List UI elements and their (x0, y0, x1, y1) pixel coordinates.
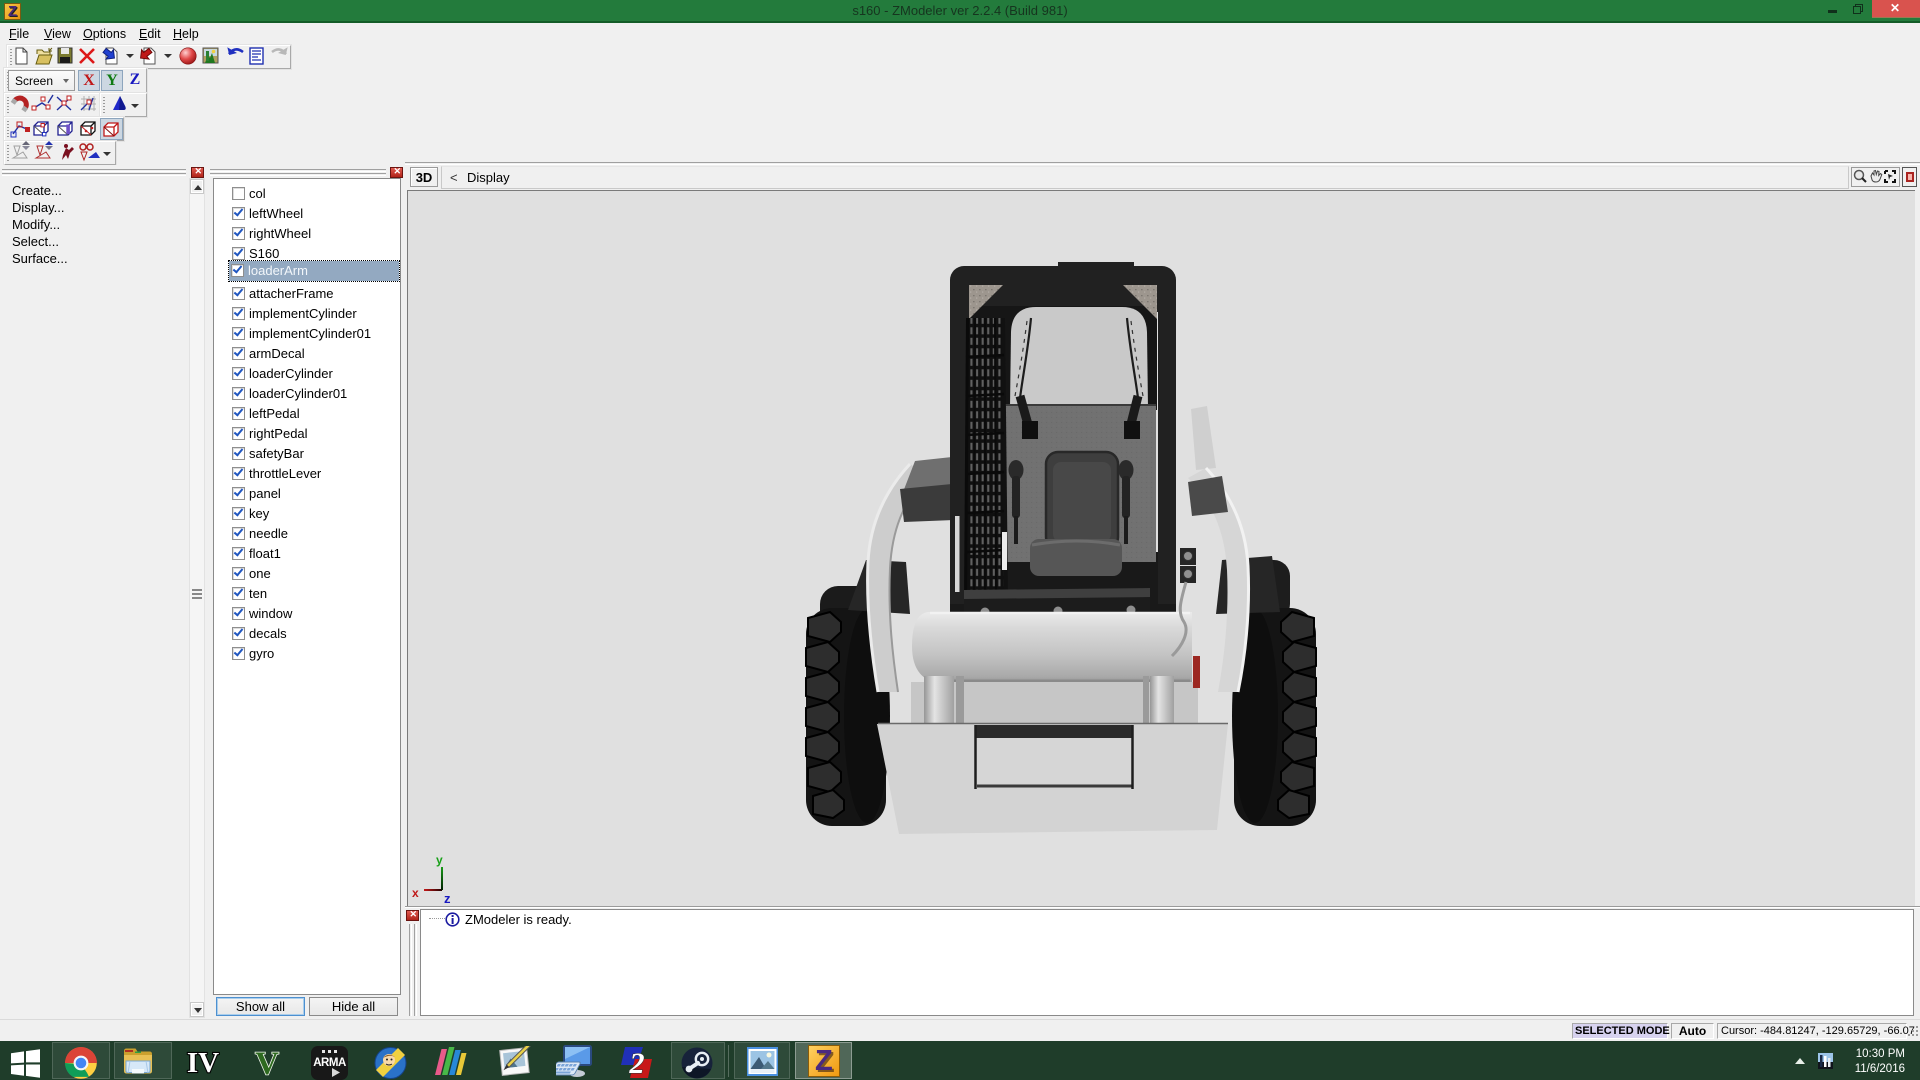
svg-text:V: V (255, 1046, 279, 1079)
svg-text:x: x (412, 886, 419, 900)
svg-text:z: z (444, 891, 451, 906)
svg-text:y: y (436, 853, 443, 867)
svg-text:2: 2 (629, 1047, 645, 1080)
svg-text:IV: IV (187, 1048, 219, 1078)
svg-text:ARMA: ARMA (313, 1057, 346, 1069)
